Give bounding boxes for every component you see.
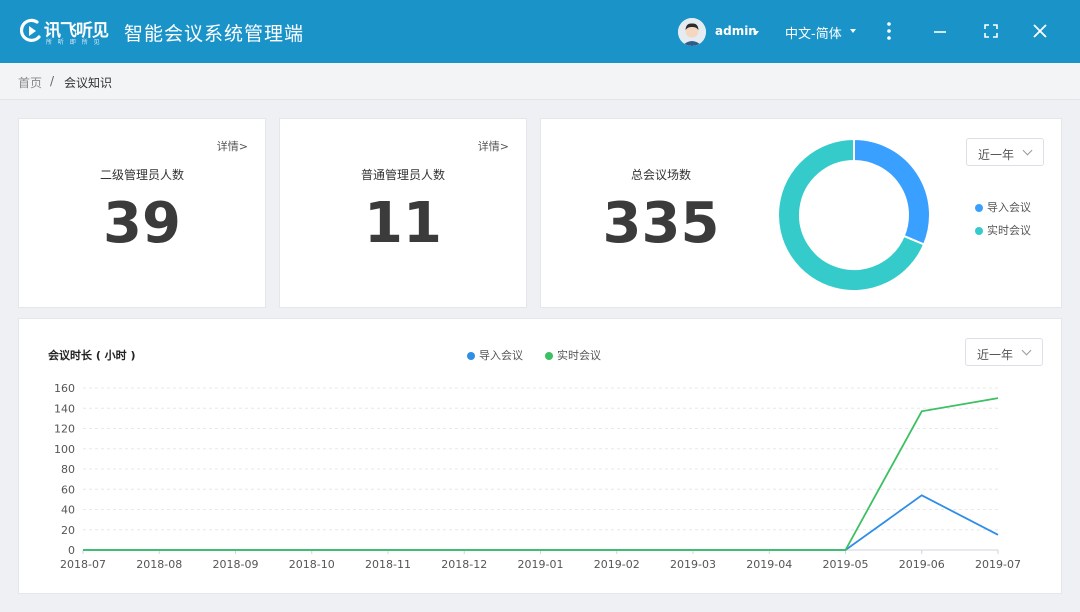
details-link[interactable]: 详情> bbox=[478, 138, 509, 154]
logo-mark-icon bbox=[20, 18, 41, 42]
range-select-value: 近一年 bbox=[978, 148, 1015, 162]
y-tick-label: 100 bbox=[54, 443, 75, 456]
chevron-down-icon bbox=[1022, 145, 1033, 156]
stat-card-meetings: 总会议场数 335 导入会议 实时会议 近一年 bbox=[540, 118, 1062, 308]
donut-range-select[interactable]: 近一年 bbox=[966, 138, 1044, 166]
x-tick-label: 2019-04 bbox=[746, 558, 792, 571]
user-caret-icon[interactable] bbox=[753, 31, 759, 35]
app-title: 智能会议系统管理端 bbox=[124, 23, 305, 45]
y-tick-label: 60 bbox=[61, 483, 75, 496]
meeting-duration-card: 会议时长 ( 小时 ) 导入会议 实时会议 近一年 0 20 40 60 80 100 12… bbox=[18, 318, 1062, 594]
x-tick-label: 2019-01 bbox=[518, 558, 564, 571]
language-select[interactable]: 中文-简体 bbox=[785, 23, 842, 42]
close-icon[interactable] bbox=[1029, 20, 1051, 42]
legend-label: 实时会议 bbox=[987, 224, 1031, 237]
stat-value: 11 bbox=[364, 191, 442, 256]
brand-logo[interactable]: 讯飞听见 所 听 即 所 见 bbox=[20, 15, 110, 47]
stat-label: 二级管理员人数 bbox=[99, 168, 184, 182]
legend-dot-live bbox=[975, 227, 983, 235]
x-tick-label: 2018-07 bbox=[60, 558, 106, 571]
y-tick-label: 140 bbox=[54, 402, 75, 415]
x-tick-label: 2018-08 bbox=[136, 558, 182, 571]
y-tick-label: 120 bbox=[54, 423, 75, 436]
stat-label: 总会议场数 bbox=[630, 168, 691, 182]
logo-tagline: 所 听 即 所 见 bbox=[46, 39, 102, 46]
x-tick-label: 2019-05 bbox=[823, 558, 869, 571]
breadcrumb-separator: / bbox=[50, 74, 55, 88]
y-tick-label: 0 bbox=[68, 544, 75, 557]
x-tick-label: 2018-12 bbox=[441, 558, 487, 571]
more-vertical-icon[interactable] bbox=[882, 21, 896, 41]
fullscreen-icon[interactable] bbox=[980, 20, 1002, 42]
meeting-donut-chart bbox=[777, 137, 931, 292]
donut-slice-imported[interactable] bbox=[853, 137, 931, 246]
meeting-duration-line-chart: 0 20 40 60 80 100 120 140 160 2018-07 2018-08 2018-… bbox=[54, 382, 1021, 571]
x-tick-label: 2019-03 bbox=[670, 558, 716, 571]
stat-value: 39 bbox=[103, 191, 181, 256]
legend-dot-imported bbox=[975, 204, 983, 212]
user-avatar[interactable] bbox=[678, 18, 706, 46]
x-tick-label: 2019-07 bbox=[975, 558, 1021, 571]
stat-label: 普通管理员人数 bbox=[360, 168, 445, 182]
breadcrumb: 首页 / 会议知识 bbox=[0, 63, 1080, 100]
breadcrumb-home[interactable]: 首页 bbox=[18, 74, 42, 91]
x-tick-label: 2018-09 bbox=[213, 558, 259, 571]
legend-imported[interactable]: 导入会议 bbox=[975, 199, 1031, 215]
x-tick-label: 2018-11 bbox=[365, 558, 411, 571]
minimize-icon[interactable] bbox=[929, 20, 951, 42]
legend-label: 导入会议 bbox=[987, 201, 1031, 214]
stat-card-regular-admins: 详情> 普通管理员人数 11 bbox=[279, 118, 527, 308]
user-menu[interactable]: admin bbox=[715, 24, 757, 38]
x-tick-label: 2019-06 bbox=[899, 558, 945, 571]
x-tick-label: 2019-02 bbox=[594, 558, 640, 571]
x-tick-label: 2018-10 bbox=[289, 558, 335, 571]
language-caret-icon[interactable] bbox=[850, 29, 856, 33]
app-header: 讯飞听见 所 听 即 所 见 智能会议系统管理端 admin 中文-简体 bbox=[0, 0, 1080, 63]
y-tick-label: 40 bbox=[61, 504, 75, 517]
details-link[interactable]: 详情> bbox=[217, 138, 248, 154]
y-tick-label: 160 bbox=[54, 382, 75, 395]
avatar-icon bbox=[678, 18, 706, 46]
stat-card-secondary-admins: 详情> 二级管理员人数 39 bbox=[18, 118, 266, 308]
series-line-live[interactable] bbox=[83, 397, 999, 551]
y-tick-label: 20 bbox=[61, 524, 75, 537]
y-tick-label: 80 bbox=[61, 463, 75, 476]
legend-live[interactable]: 实时会议 bbox=[975, 222, 1031, 238]
stat-value: 335 bbox=[602, 191, 720, 256]
breadcrumb-current: 会议知识 bbox=[64, 76, 113, 90]
